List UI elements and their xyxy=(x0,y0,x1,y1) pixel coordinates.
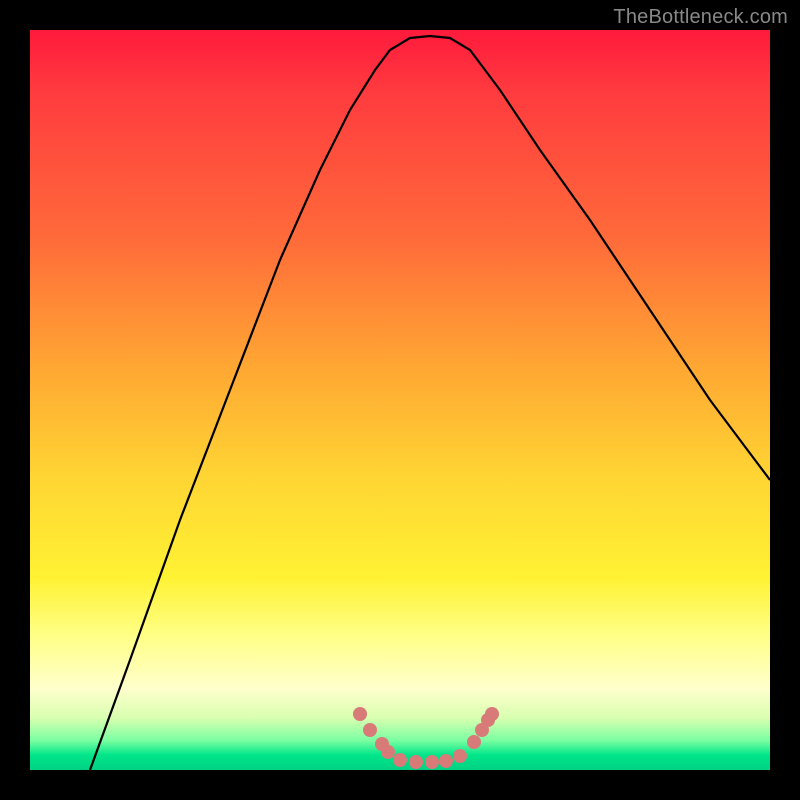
plot-area xyxy=(30,30,770,770)
gradient-background xyxy=(30,30,770,770)
chart-frame: TheBottleneck.com xyxy=(0,0,800,800)
watermark-text: TheBottleneck.com xyxy=(613,6,788,29)
